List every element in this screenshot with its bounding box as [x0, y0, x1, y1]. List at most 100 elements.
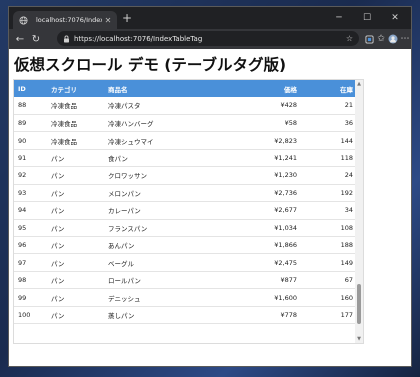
- table-body: 88 冷凍食品 冷凍パスタ ¥428 21 89 冷凍食品 冷凍ハンバーグ ¥58 36 90 冷凍食…: [14, 97, 357, 324]
- cell-stock: 177: [340, 310, 353, 319]
- table-row[interactable]: 93 パン メロンパン ¥2,736 192: [14, 184, 357, 202]
- cell-price: ¥2,677: [274, 206, 297, 215]
- cell-stock: 21: [344, 101, 353, 110]
- cell-name: 冷凍シュウマイ: [108, 137, 154, 146]
- cell-name: 冷凍パスタ: [108, 102, 141, 111]
- tab-close-icon[interactable]: ✕: [102, 16, 114, 25]
- table-row[interactable]: 91 パン 食パン ¥1,241 118: [14, 149, 357, 167]
- cell-category: パン: [51, 189, 65, 198]
- more-menu-icon[interactable]: ⋯: [397, 31, 411, 47]
- cell-category: 冷凍食品: [51, 137, 77, 146]
- header-id[interactable]: ID: [14, 80, 47, 97]
- cell-id: 88: [18, 101, 27, 110]
- cell-price: ¥877: [280, 276, 297, 285]
- table-row[interactable]: 99 パン デニッシュ ¥1,600 160: [14, 289, 357, 307]
- cell-id: 100: [18, 310, 31, 319]
- page-title: 仮想スクロール デモ (テーブルタグ版): [14, 56, 287, 74]
- cell-name: ベーグル: [108, 259, 134, 268]
- url-text: https://localhost:7076/IndexTableTag: [74, 34, 203, 43]
- table-row[interactable]: 90 冷凍食品 冷凍シュウマイ ¥2,823 144: [14, 132, 357, 150]
- cell-stock: 24: [344, 171, 353, 180]
- header-name[interactable]: 商品名: [104, 80, 197, 97]
- cell-category: パン: [51, 155, 65, 164]
- cell-id: 96: [18, 241, 27, 250]
- browser-window: localhost:7076/IndexTableTag ✕ + ─ ☐ ✕ ←…: [8, 6, 412, 367]
- cell-price: ¥2,475: [274, 258, 297, 267]
- table-row[interactable]: 92 パン クロワッサン ¥1,230 24: [14, 167, 357, 185]
- minimize-icon[interactable]: ─: [327, 10, 351, 26]
- cell-id: 99: [18, 293, 27, 302]
- cell-price: ¥428: [280, 101, 297, 110]
- header-stock[interactable]: 在庫: [301, 80, 357, 97]
- cell-name: ロールパン: [108, 277, 141, 286]
- header-category[interactable]: カテゴリ: [47, 80, 104, 97]
- cell-id: 89: [18, 119, 27, 128]
- lock-icon: [63, 35, 70, 43]
- cell-stock: 108: [340, 223, 353, 232]
- table-row[interactable]: 100 パン 蒸しパン ¥778 177: [14, 306, 357, 324]
- cell-stock: 36: [344, 119, 353, 128]
- browser-tab[interactable]: localhost:7076/IndexTableTag ✕: [13, 11, 117, 29]
- cell-category: 冷凍食品: [51, 120, 77, 129]
- reload-icon[interactable]: ↻: [28, 31, 44, 47]
- cell-stock: 34: [344, 206, 353, 215]
- cell-id: 90: [18, 136, 27, 145]
- header-price[interactable]: 価格: [197, 80, 301, 97]
- cell-id: 93: [18, 188, 27, 197]
- bookmark-star-icon[interactable]: ☆: [346, 34, 353, 43]
- table-header-row: ID カテゴリ 商品名 価格 在庫: [14, 80, 357, 97]
- cell-stock: 192: [340, 188, 353, 197]
- cell-price: ¥2,736: [274, 188, 297, 197]
- cell-category: パン: [51, 294, 65, 303]
- cell-category: パン: [51, 224, 65, 233]
- table-row[interactable]: 95 パン フランスパン ¥1,034 108: [14, 219, 357, 237]
- cell-stock: 160: [340, 293, 353, 302]
- cell-category: パン: [51, 172, 65, 181]
- cell-id: 92: [18, 171, 27, 180]
- cell-name: デニッシュ: [108, 294, 141, 303]
- product-table: ID カテゴリ 商品名 価格 在庫 88 冷凍食品 冷凍パスタ ¥428 21 89 冷凍食…: [14, 80, 357, 324]
- cell-id: 91: [18, 154, 27, 163]
- cell-stock: 144: [340, 136, 353, 145]
- cell-name: 食パン: [108, 155, 128, 164]
- cell-price: ¥2,823: [274, 136, 297, 145]
- table-row[interactable]: 97 パン ベーグル ¥2,475 149: [14, 254, 357, 272]
- browser-toolbar: ← ↻ https://localhost:7076/IndexTableTag…: [9, 29, 411, 49]
- cell-name: クロワッサン: [108, 172, 147, 181]
- cell-name: フランスパン: [108, 224, 148, 233]
- cell-name: 蒸しパン: [108, 311, 135, 320]
- cell-stock: 188: [340, 241, 353, 250]
- cell-stock: 149: [340, 258, 353, 267]
- table-row[interactable]: 88 冷凍食品 冷凍パスタ ¥428 21: [14, 97, 357, 115]
- address-bar[interactable]: https://localhost:7076/IndexTableTag ☆: [57, 31, 359, 46]
- title-bar: localhost:7076/IndexTableTag ✕ + ─ ☐ ✕: [9, 7, 411, 29]
- cell-price: ¥1,241: [274, 154, 297, 163]
- cell-category: パン: [51, 242, 65, 251]
- virtual-scroll-table[interactable]: ID カテゴリ 商品名 価格 在庫 88 冷凍食品 冷凍パスタ ¥428 21 89 冷凍食…: [13, 79, 364, 344]
- cell-stock: 118: [340, 154, 353, 163]
- maximize-icon[interactable]: ☐: [355, 10, 379, 26]
- scroll-down-arrow-icon[interactable]: ▼: [355, 335, 363, 343]
- close-window-icon[interactable]: ✕: [383, 10, 407, 26]
- cell-category: パン: [51, 207, 65, 216]
- cell-category: パン: [51, 259, 65, 268]
- table-row[interactable]: 96 パン あんパン ¥1,866 188: [14, 237, 357, 254]
- cell-id: 98: [18, 276, 27, 285]
- vertical-scrollbar[interactable]: ▲ ▼: [355, 80, 363, 343]
- cell-category: 冷凍食品: [51, 102, 77, 111]
- scrollbar-thumb[interactable]: [357, 283, 361, 324]
- scroll-up-arrow-icon[interactable]: ▲: [355, 80, 363, 88]
- table-row[interactable]: 94 パン カレーパン ¥2,677 34: [14, 202, 357, 220]
- cell-name: カレーパン: [108, 207, 141, 216]
- new-tab-icon[interactable]: +: [122, 11, 132, 25]
- cell-name: 冷凍ハンバーグ: [108, 120, 154, 129]
- table-row[interactable]: 98 パン ロールパン ¥877 67: [14, 271, 357, 289]
- cell-price: ¥1,866: [274, 241, 297, 250]
- cell-name: メロンパン: [108, 189, 141, 198]
- back-arrow-icon[interactable]: ←: [12, 31, 28, 47]
- cell-price: ¥1,034: [274, 223, 297, 232]
- table-row[interactable]: 89 冷凍食品 冷凍ハンバーグ ¥58 36: [14, 114, 357, 132]
- globe-icon: [19, 15, 33, 25]
- cell-id: 94: [18, 206, 27, 215]
- cell-name: あんパン: [108, 242, 135, 251]
